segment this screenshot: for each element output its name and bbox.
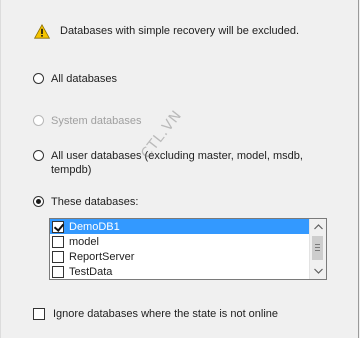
radio-system-databases[interactable]: System databases xyxy=(33,114,142,128)
radio-all-databases[interactable]: All databases xyxy=(33,72,117,86)
radio-these-databases[interactable]: These databases: xyxy=(33,195,138,209)
item-checkbox[interactable] xyxy=(52,220,64,233)
item-label: DemoDB1 xyxy=(69,220,120,233)
list-item-reportserver[interactable]: ReportServer xyxy=(50,249,309,264)
vertical-scrollbar[interactable] xyxy=(309,219,326,279)
radio-label-line1: All user databases (excluding master, mo… xyxy=(51,150,303,162)
radio-label-line2: tempdb) xyxy=(51,164,92,176)
radio-label: These databases: xyxy=(51,196,139,208)
ignore-offline-checkbox[interactable] xyxy=(33,308,45,320)
radio-button[interactable] xyxy=(33,150,44,161)
ignore-offline-option[interactable]: Ignore databases where the state is not … xyxy=(33,308,278,320)
item-checkbox[interactable] xyxy=(52,250,64,263)
radio-button[interactable] xyxy=(33,115,44,126)
item-label: TestData xyxy=(69,265,113,278)
radio-label: All databases xyxy=(51,73,118,85)
item-checkbox[interactable] xyxy=(52,265,64,278)
scroll-up-arrow-icon[interactable] xyxy=(310,219,326,235)
item-checkbox[interactable] xyxy=(52,235,64,248)
ignore-offline-label: Ignore databases where the state is not … xyxy=(53,308,279,320)
item-label: ReportServer xyxy=(69,250,135,263)
scroll-thumb[interactable] xyxy=(312,236,323,260)
scroll-down-arrow-icon[interactable] xyxy=(310,263,326,279)
radio-button[interactable] xyxy=(33,73,44,84)
database-listbox[interactable]: DemoDB1 model ReportServer TestData xyxy=(49,218,327,280)
radio-label: System databases xyxy=(51,115,142,127)
radio-label: All user databases (excluding master, mo… xyxy=(51,149,303,177)
warning-triangle-icon xyxy=(34,23,50,39)
warning-message: Databases with simple recovery will be e… xyxy=(34,22,299,40)
list-item-testdata[interactable]: TestData xyxy=(50,264,309,279)
list-item-model[interactable]: model xyxy=(50,234,309,249)
warning-text: Databases with simple recovery will be e… xyxy=(60,25,300,37)
radio-button[interactable] xyxy=(33,196,44,207)
item-label: model xyxy=(69,235,99,248)
list-item-demodb1[interactable]: DemoDB1 xyxy=(50,219,309,234)
radio-all-user-databases[interactable]: All user databases (excluding master, mo… xyxy=(33,149,303,177)
database-list-items: DemoDB1 model ReportServer TestData xyxy=(50,219,309,279)
